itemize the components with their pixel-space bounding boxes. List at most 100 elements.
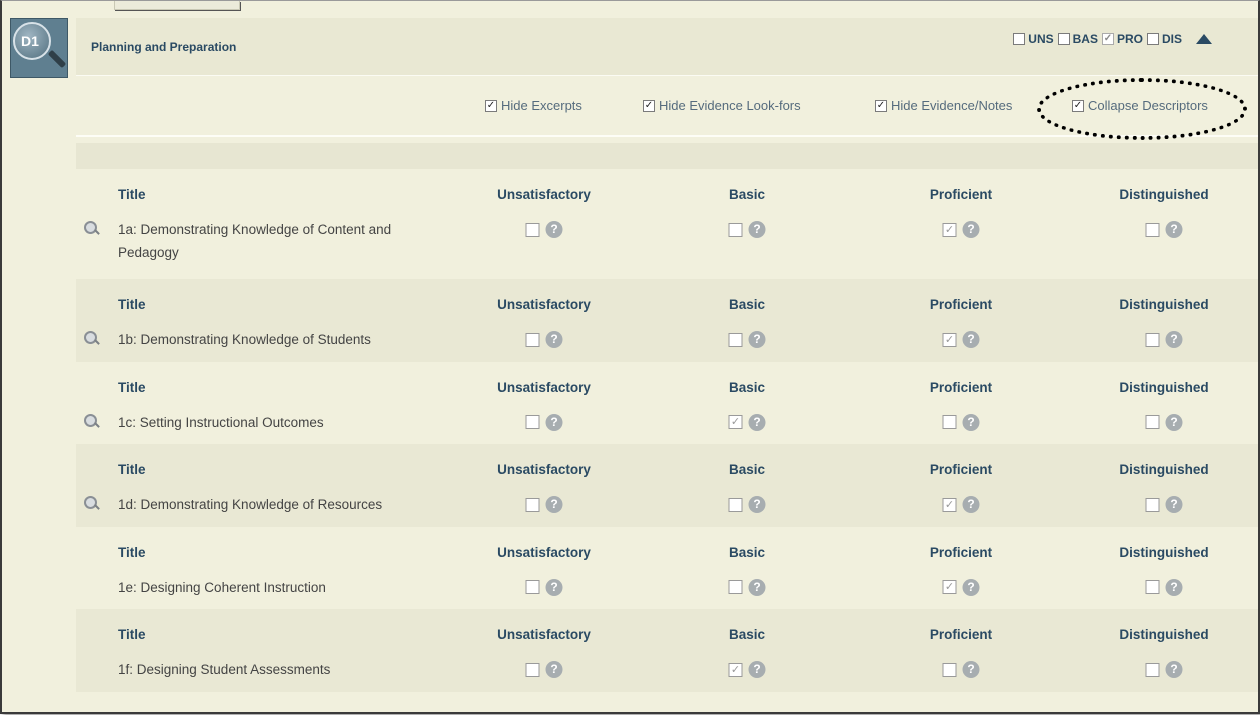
top-tab[interactable]	[114, 1, 240, 10]
column-header-proficient: Proficient	[929, 627, 993, 642]
help-icon[interactable]: ?	[1165, 331, 1183, 348]
column-header-proficient: Proficient	[929, 462, 993, 477]
rating-checkbox[interactable]	[728, 415, 743, 429]
rating-cell-basic: ?	[728, 221, 766, 238]
help-icon[interactable]: ?	[962, 578, 980, 596]
option-checkbox[interactable]	[875, 99, 887, 112]
rating-checkbox[interactable]	[525, 415, 540, 429]
column-header-unsatisfactory: Unsatisfactory	[497, 462, 591, 477]
help-icon[interactable]: ?	[962, 661, 980, 678]
rating-checkbox[interactable]	[1145, 332, 1160, 347]
rating-checkbox[interactable]	[525, 580, 540, 594]
rating-checkbox[interactable]	[525, 497, 540, 512]
component-row: Title Unsatisfactory Basic Proficient Distin…	[76, 362, 1258, 445]
column-header-unsatisfactory: Unsatisfactory	[497, 544, 591, 560]
rating-checkbox[interactable]	[1145, 222, 1160, 237]
component-row: Title Unsatisfactory Basic Proficient Distin…	[76, 609, 1258, 692]
rating-checkbox[interactable]	[942, 497, 957, 512]
domain-badge[interactable]: D1	[10, 18, 68, 78]
magnifier-handle	[94, 504, 100, 510]
domain-header: Planning and Preparation UNS BAS PRO DIS	[76, 18, 1258, 76]
column-header-basic: Basic	[728, 462, 766, 477]
level-label: UNS	[1028, 32, 1054, 46]
level-filter-bas[interactable]: BAS	[1057, 32, 1098, 46]
column-header-distinguished: Distinguished	[1119, 544, 1209, 560]
help-icon[interactable]: ?	[962, 331, 980, 348]
rating-checkbox[interactable]	[1145, 497, 1160, 512]
help-icon[interactable]: ?	[1165, 661, 1183, 678]
level-checkbox[interactable]	[1101, 33, 1114, 45]
rating-checkbox[interactable]	[525, 222, 540, 237]
collapse-caret-icon[interactable]	[1196, 34, 1212, 44]
help-icon[interactable]: ?	[962, 413, 980, 431]
option-hide-evidence-look-fors[interactable]: Hide Evidence Look-fors	[643, 98, 801, 113]
help-icon[interactable]: ?	[545, 661, 563, 678]
column-header-unsatisfactory: Unsatisfactory	[497, 379, 591, 395]
magnifier-handle	[94, 339, 100, 345]
rating-checkbox[interactable]	[942, 222, 957, 237]
component-row: Title Unsatisfactory Basic Proficient Distin…	[76, 444, 1258, 527]
level-checkbox[interactable]	[1057, 33, 1070, 45]
help-icon[interactable]: ?	[545, 331, 563, 348]
help-icon[interactable]: ?	[545, 496, 563, 513]
rating-checkbox[interactable]	[525, 332, 540, 347]
rating-checkbox[interactable]	[1145, 580, 1160, 594]
help-icon[interactable]: ?	[545, 413, 563, 431]
rating-checkbox[interactable]	[942, 332, 957, 347]
component-title: 1d: Demonstrating Knowledge of Resources	[118, 497, 383, 512]
column-header-proficient: Proficient	[929, 187, 993, 202]
help-icon[interactable]: ?	[962, 221, 980, 238]
magnifier-icon[interactable]	[84, 221, 100, 237]
magnifier-icon[interactable]	[84, 413, 100, 430]
rating-checkbox[interactable]	[1145, 415, 1160, 429]
component-title: 1e: Designing Coherent Instruction	[118, 579, 326, 595]
level-filters: UNS BAS PRO DIS	[1009, 32, 1212, 46]
help-icon[interactable]: ?	[962, 496, 980, 513]
option-checkbox[interactable]	[643, 99, 655, 112]
help-icon[interactable]: ?	[1165, 413, 1183, 431]
help-icon[interactable]: ?	[748, 661, 766, 678]
rating-checkbox[interactable]	[728, 580, 743, 594]
component-title: 1c: Setting Instructional Outcomes	[118, 414, 324, 430]
help-icon[interactable]: ?	[1165, 578, 1183, 596]
column-header-unsatisfactory: Unsatisfactory	[497, 187, 591, 202]
help-icon[interactable]: ?	[545, 578, 563, 596]
magnifier-icon[interactable]	[84, 496, 100, 512]
magnifier-handle-icon	[47, 49, 67, 69]
component-list: Title Unsatisfactory Basic Proficient Distin…	[76, 169, 1258, 692]
magnifier-icon[interactable]	[84, 331, 100, 347]
rating-cell-distinguished: ?	[1145, 413, 1183, 431]
help-icon[interactable]: ?	[748, 413, 766, 431]
rating-cell-unsatisfactory: ?	[525, 221, 563, 238]
rating-checkbox[interactable]	[1145, 662, 1160, 677]
option-checkbox[interactable]	[485, 99, 497, 112]
option-label: Hide Evidence/Notes	[891, 98, 1013, 113]
level-checkbox[interactable]	[1146, 33, 1159, 45]
help-icon[interactable]: ?	[748, 578, 766, 596]
option-hide-excerpts[interactable]: Hide Excerpts	[485, 98, 582, 113]
help-icon[interactable]: ?	[1165, 496, 1183, 513]
rating-checkbox[interactable]	[942, 415, 957, 429]
level-filter-pro[interactable]: PRO	[1101, 32, 1143, 46]
rating-cell-basic: ?	[728, 496, 766, 513]
help-icon[interactable]: ?	[748, 331, 766, 348]
column-header-basic: Basic	[728, 187, 766, 202]
level-checkbox[interactable]	[1013, 33, 1026, 45]
option-hide-evidence-notes[interactable]: Hide Evidence/Notes	[875, 98, 1012, 113]
rating-checkbox[interactable]	[728, 662, 743, 677]
rating-checkbox[interactable]	[728, 332, 743, 347]
level-label: DIS	[1161, 32, 1182, 46]
rating-cell-basic: ?	[728, 578, 766, 596]
level-filter-dis[interactable]: DIS	[1146, 32, 1182, 46]
help-icon[interactable]: ?	[545, 221, 563, 238]
level-filter-uns[interactable]: UNS	[1013, 32, 1054, 46]
help-icon[interactable]: ?	[748, 221, 766, 238]
rating-checkbox[interactable]	[728, 497, 743, 512]
rating-checkbox[interactable]	[728, 222, 743, 237]
help-icon[interactable]: ?	[748, 496, 766, 513]
rating-checkbox[interactable]	[942, 662, 957, 677]
rating-checkbox[interactable]	[942, 580, 957, 594]
help-icon[interactable]: ?	[1165, 221, 1183, 238]
rating-checkbox[interactable]	[525, 662, 540, 677]
rating-cell-proficient: ?	[942, 331, 980, 348]
